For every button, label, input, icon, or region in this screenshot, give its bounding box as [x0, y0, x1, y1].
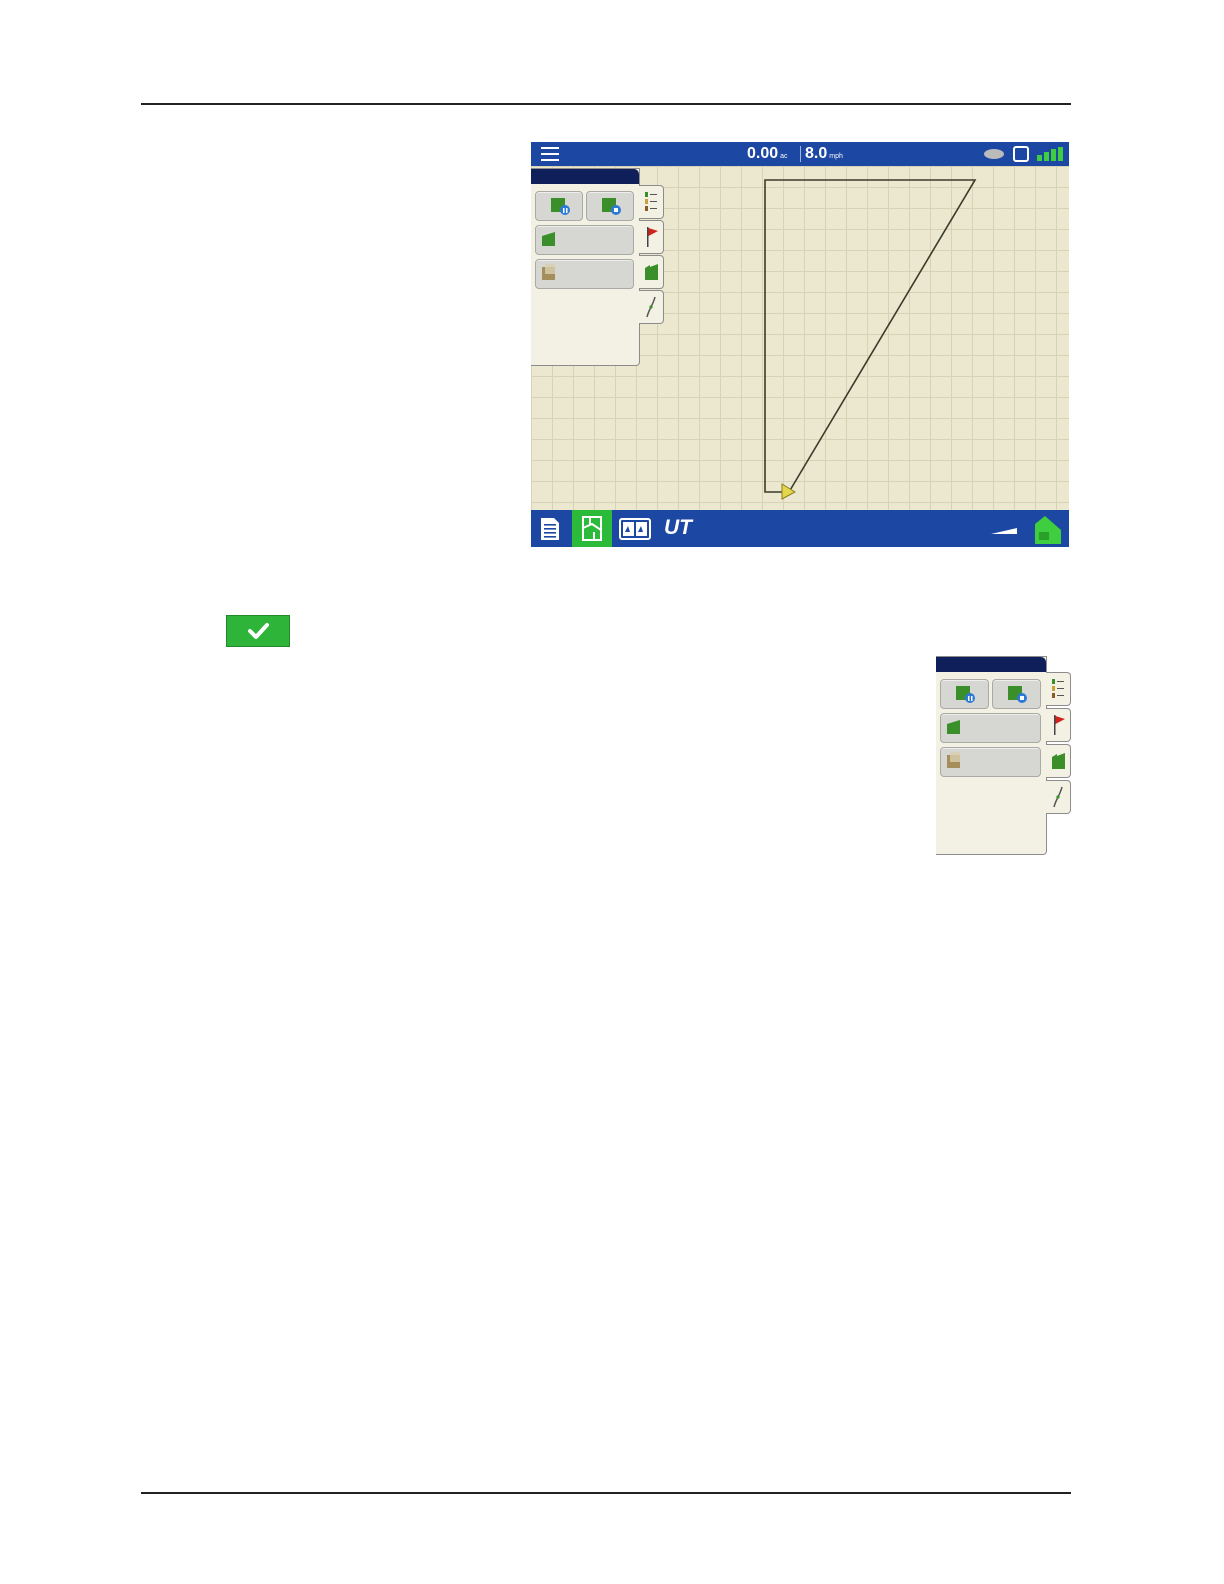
pause-mapping-button[interactable]	[940, 679, 989, 709]
readout-divider	[800, 146, 801, 162]
tab-flags[interactable]	[1046, 708, 1071, 742]
status-bar: 0.00 ac 8.0 mph	[531, 142, 1069, 166]
display-icon[interactable]	[1012, 145, 1029, 162]
flag-icon	[1054, 715, 1065, 735]
status-icons	[980, 145, 1063, 163]
tab-guidance[interactable]	[639, 290, 664, 324]
mapping-panel	[531, 168, 640, 366]
split-view-button[interactable]	[615, 510, 655, 547]
stop-mapping-icon	[602, 198, 621, 215]
mapping-panel-detail	[936, 656, 1047, 855]
stop-mapping-button[interactable]	[992, 679, 1041, 709]
guidance-line-icon	[646, 296, 656, 318]
speed-readout: 8.0 mph	[805, 145, 843, 162]
tab-boundary[interactable]	[1046, 744, 1071, 778]
map-icon	[582, 516, 602, 541]
satellite-icon[interactable]	[984, 148, 1005, 159]
accept-button[interactable]	[226, 615, 290, 647]
tab-flags[interactable]	[639, 220, 664, 254]
panel-header	[531, 169, 639, 184]
tab-rates[interactable]	[639, 185, 664, 219]
pause-mapping-icon	[956, 686, 975, 703]
field-boundary-icon	[947, 720, 960, 734]
checkmark-icon	[248, 623, 269, 639]
stop-mapping-button[interactable]	[586, 191, 634, 221]
mapping-status-button[interactable]	[1027, 510, 1067, 547]
summary-button[interactable]	[531, 510, 571, 547]
signal-icon[interactable]	[1037, 146, 1063, 161]
document-icon	[541, 518, 559, 540]
pause-mapping-icon	[551, 198, 570, 215]
list-icon	[645, 192, 657, 211]
tab-guidance[interactable]	[1046, 780, 1071, 814]
ut-button[interactable]: UT	[664, 516, 692, 540]
import-boundary-button[interactable]	[940, 747, 1041, 777]
import-boundary-icon	[542, 264, 555, 280]
display-screenshot: 0.00 ac 8.0 mph UT	[531, 142, 1069, 547]
boundary-icon	[1052, 753, 1065, 769]
boundary-icon	[645, 264, 658, 280]
tab-rates[interactable]	[1046, 672, 1071, 706]
pause-mapping-button[interactable]	[535, 191, 583, 221]
field-status-icon	[1035, 516, 1061, 544]
header-rule	[141, 103, 1071, 105]
tab-boundary[interactable]	[639, 255, 664, 289]
bottom-toolbar: UT	[531, 510, 1069, 547]
map-button[interactable]	[572, 510, 612, 547]
stop-mapping-icon	[1008, 686, 1027, 703]
perspective-icon	[991, 528, 1017, 534]
flag-icon	[647, 227, 658, 247]
area-readout: 0.00 ac	[747, 145, 788, 162]
field-boundary-icon	[542, 232, 555, 246]
field-boundary-button[interactable]	[940, 713, 1041, 743]
list-icon	[1052, 679, 1064, 698]
import-boundary-button[interactable]	[535, 259, 634, 289]
hamburger-menu-icon[interactable]	[541, 147, 559, 161]
guidance-line-icon	[1053, 786, 1063, 808]
split-screen-icon	[619, 518, 651, 540]
tilt-view-button[interactable]	[985, 510, 1025, 547]
footer-rule	[141, 1492, 1071, 1494]
field-boundary-button[interactable]	[535, 225, 634, 255]
panel-header	[936, 657, 1046, 672]
import-boundary-icon	[947, 752, 960, 768]
